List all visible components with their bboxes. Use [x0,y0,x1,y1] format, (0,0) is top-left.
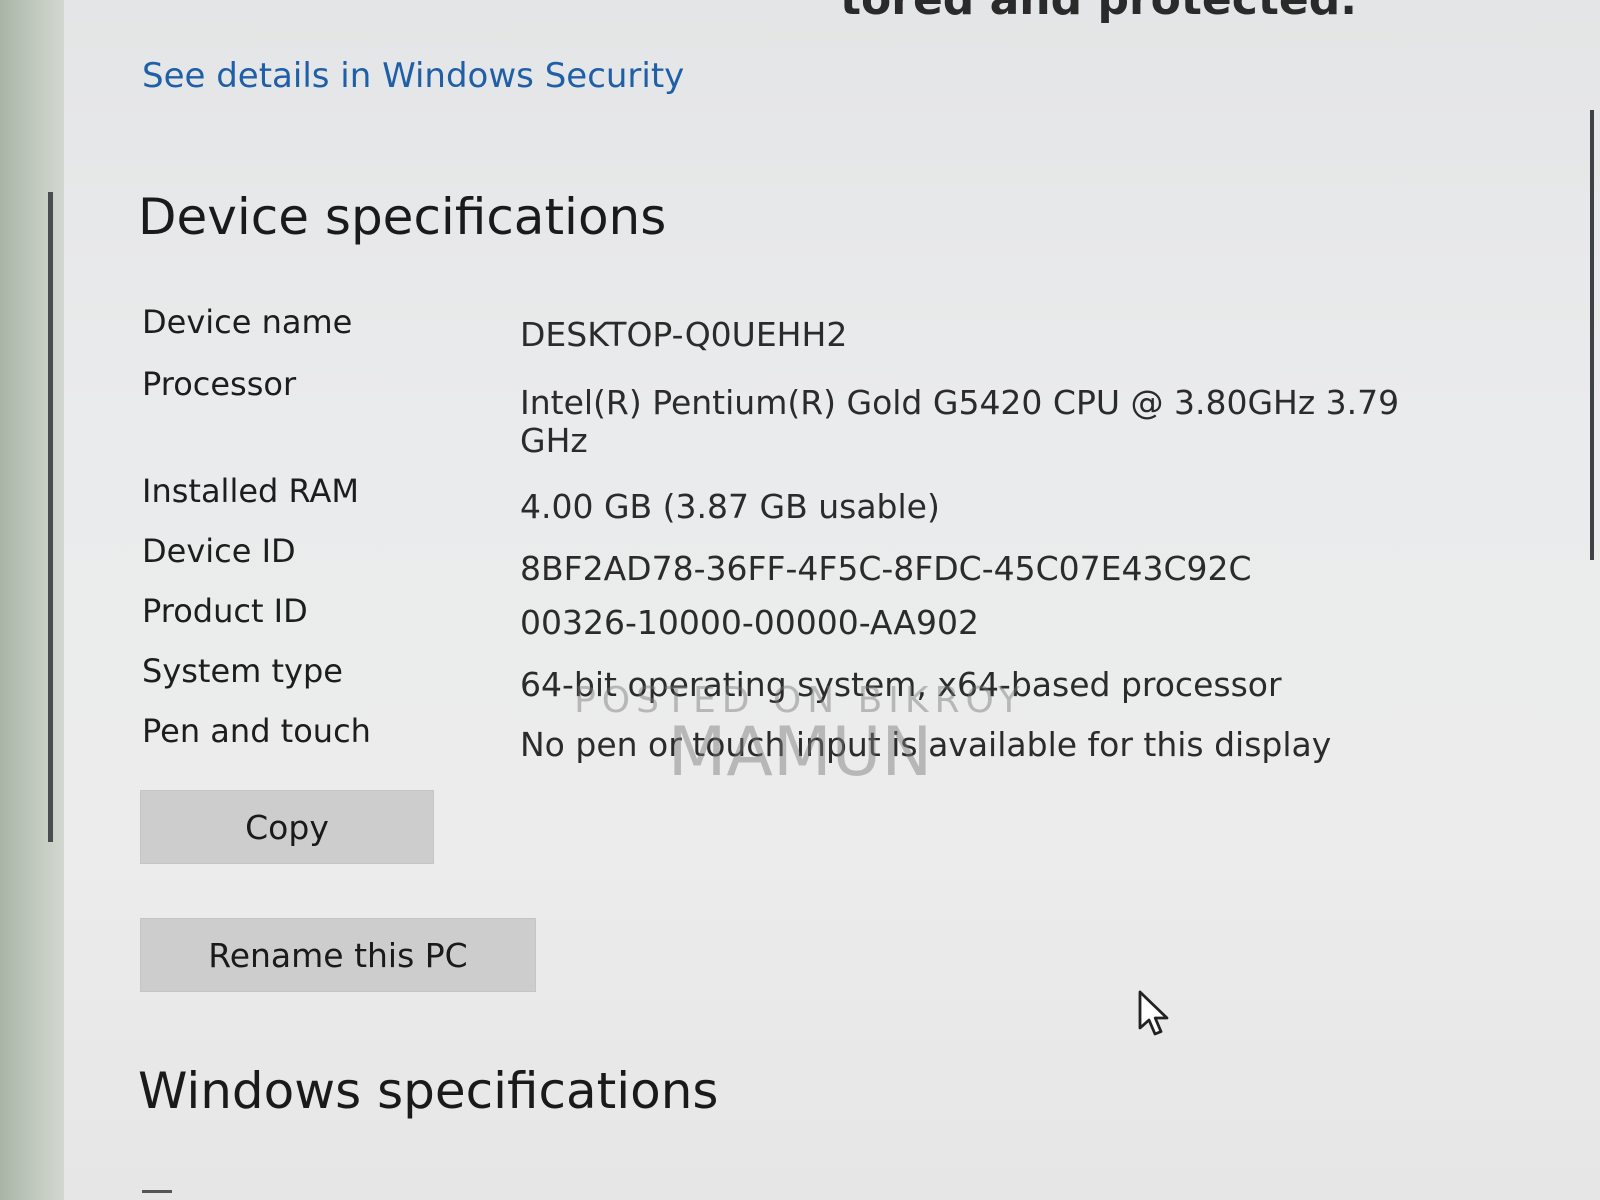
spec-value-device-name: DESKTOP-Q0UEHH2 [520,315,848,354]
spec-value-processor: Intel(R) Pentium(R) Gold G5420 CPU @ 3.8… [520,383,1400,460]
spec-value-device-id: 8BF2AD78-36FF-4F5C-8FDC-45C07E43C92C [520,549,1252,588]
rename-this-pc-button[interactable]: Rename this PC [140,918,536,992]
spec-label-processor: Processor [142,365,297,403]
spec-label-product-id: Product ID [142,592,308,630]
windows-security-link[interactable]: See details in Windows Security [142,56,684,96]
copy-button[interactable]: Copy [140,790,434,864]
spec-label-system-type: System type [142,652,343,690]
section-focus-bar [48,192,53,842]
windows-specifications-heading: Windows specifications [138,1062,719,1120]
spec-label-device-id: Device ID [142,532,296,570]
spec-value-pen-and-touch: No pen or touch input is available for t… [520,725,1332,764]
device-specifications-heading: Device specifications [138,188,667,246]
spec-value-system-type: 64-bit operating system, x64-based proce… [520,665,1282,704]
spec-label-pen-and-touch: Pen and touch [142,712,371,750]
left-window-edge [0,0,64,1200]
spec-label-device-name: Device name [142,303,353,341]
protection-status-heading: tored and protected. [840,0,1357,25]
mouse-pointer-icon [1138,990,1169,1036]
spec-value-product-id: 00326-10000-00000-AA902 [520,603,979,642]
spec-value-installed-ram: 4.00 GB (3.87 GB usable) [520,487,940,526]
clipped-next-row [142,1180,222,1200]
spec-label-installed-ram: Installed RAM [142,472,359,510]
vertical-scrollbar[interactable] [1590,110,1594,560]
